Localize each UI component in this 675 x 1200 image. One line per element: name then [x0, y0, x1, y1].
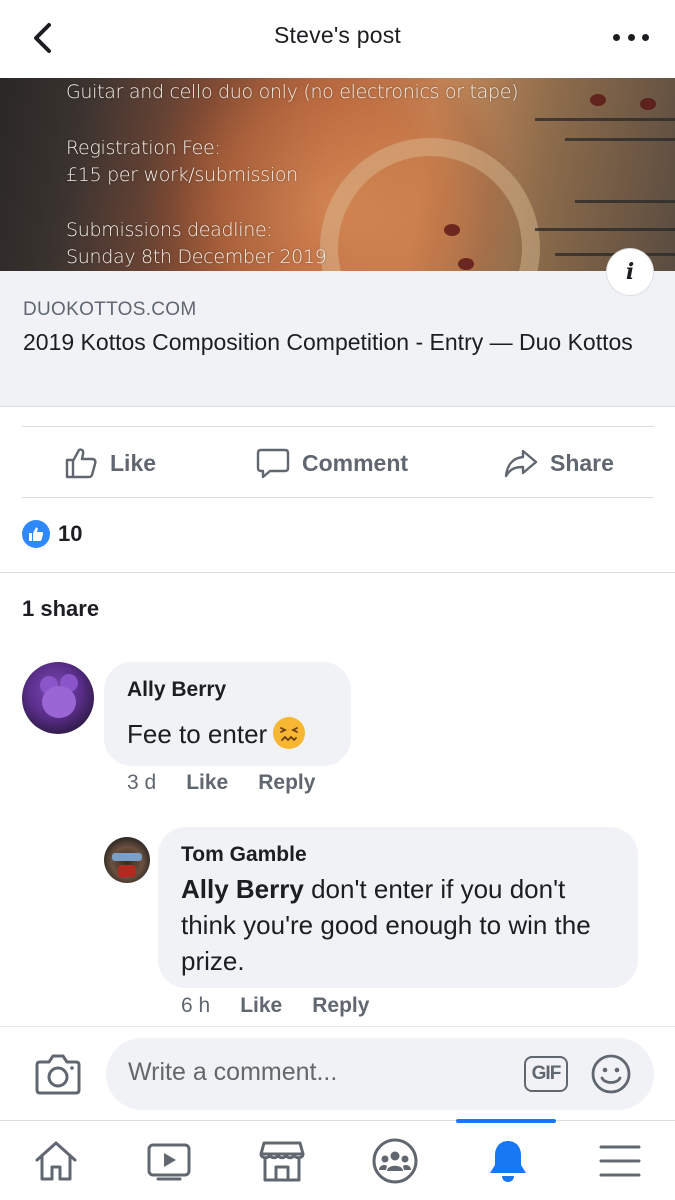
like-button[interactable]: Like: [64, 427, 156, 499]
share-label: Share: [550, 449, 614, 476]
bell-icon: [490, 1141, 526, 1182]
reaction-summary[interactable]: 10: [22, 520, 82, 548]
comment-author[interactable]: Tom Gamble: [181, 843, 307, 867]
tab-home[interactable]: [6, 1121, 106, 1200]
link-preview-image[interactable]: Guitar and cello duo only (no electronic…: [0, 78, 675, 271]
bottom-tab-bar: [0, 1119, 675, 1200]
gif-button[interactable]: GIF: [524, 1056, 568, 1092]
banner-line-5: Sunday 8th December 2019: [66, 246, 327, 268]
page-title: Steve's post: [274, 22, 401, 48]
like-label: Like: [110, 449, 157, 476]
comment-like-button[interactable]: Like: [186, 771, 228, 795]
comment-button[interactable]: Comment: [256, 427, 408, 499]
top-bar: Steve's post: [0, 0, 675, 78]
comment-like-button[interactable]: Like: [240, 994, 282, 1018]
comment-reply-button[interactable]: Reply: [312, 994, 369, 1018]
info-button[interactable]: i: [607, 249, 653, 295]
reaction-count: 10: [58, 521, 83, 546]
tab-groups[interactable]: [345, 1121, 445, 1200]
tab-marketplace[interactable]: [232, 1121, 332, 1200]
banner-line-2: Registration Fee:: [66, 137, 221, 159]
comment-icon: [256, 448, 290, 479]
comment-reply-button[interactable]: Reply: [258, 771, 315, 795]
comment-text: Fee to enter: [127, 716, 306, 752]
more-dots-icon: [613, 33, 620, 41]
banner-line-1: Guitar and cello duo only (no electronic…: [66, 81, 519, 103]
comment-time: 6 h: [181, 994, 211, 1017]
comment-text: Ally Berry don't enter if you don't thin…: [181, 874, 591, 976]
camera-button[interactable]: [34, 1052, 82, 1096]
emoji-button[interactable]: [590, 1053, 632, 1095]
confounded-face-icon: [273, 717, 306, 749]
like-reaction-icon: [22, 520, 50, 548]
banner-line-4: Submissions deadline:: [66, 219, 273, 241]
link-title: 2019 Kottos Composition Competition - En…: [23, 329, 633, 355]
share-arrow-icon: [504, 449, 538, 478]
divider: [0, 1026, 675, 1027]
menu-icon: [599, 1145, 641, 1177]
tab-notifications[interactable]: [458, 1121, 558, 1200]
share-button[interactable]: Share: [504, 427, 614, 499]
comment-placeholder: Write a comment...: [128, 1058, 338, 1086]
comment-label: Comment: [302, 449, 409, 476]
mention-link[interactable]: Ally Berry: [181, 874, 304, 904]
home-icon: [35, 1141, 77, 1181]
avatar[interactable]: [22, 662, 94, 734]
video-icon: [147, 1143, 191, 1181]
divider: [0, 572, 675, 573]
groups-icon: [372, 1138, 418, 1184]
comment-time: 3 d: [127, 771, 157, 794]
comment-input[interactable]: Write a comment... GIF: [106, 1038, 654, 1110]
tab-menu[interactable]: [570, 1121, 670, 1200]
link-domain: DUOKOTTOS.COM: [23, 299, 197, 320]
store-icon: [259, 1141, 305, 1182]
comment-bubble: Ally Berry Fee to enter: [104, 662, 351, 766]
post-action-bar: Like Comment Share: [22, 426, 654, 498]
thumbs-up-icon: [65, 448, 97, 479]
comment-bubble: Tom Gamble Ally Berry don't enter if you…: [158, 827, 638, 988]
link-preview-card[interactable]: DUOKOTTOS.COM 2019 Kottos Composition Co…: [0, 271, 675, 407]
smiley-icon: [591, 1054, 631, 1094]
comment-meta: 6 h Like Reply: [181, 994, 399, 1018]
comment-meta: 3 d Like Reply: [127, 771, 345, 795]
banner-line-3: £15 per work/submission: [66, 164, 298, 186]
avatar[interactable]: [104, 837, 150, 883]
share-count[interactable]: 1 share: [22, 596, 99, 622]
comment-author[interactable]: Ally Berry: [127, 678, 226, 702]
more-options-button[interactable]: [613, 22, 649, 52]
camera-icon: [35, 1054, 81, 1095]
tab-watch[interactable]: [119, 1121, 219, 1200]
